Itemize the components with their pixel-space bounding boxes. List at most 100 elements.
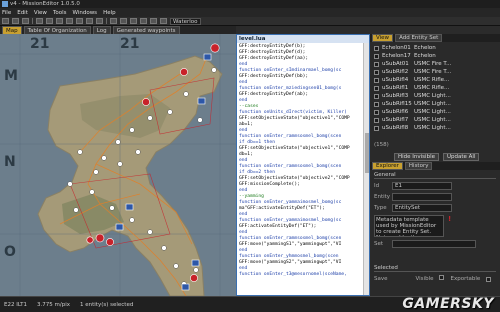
code-line[interactable]: GFF:setObjectiveState("objective1","COMP [239, 116, 361, 122]
entity-panel-tabs: View Add Entity Set [370, 34, 500, 42]
warning-icon: ! [448, 215, 452, 223]
app-icon [2, 1, 8, 7]
zone-tool-icon[interactable] [76, 18, 83, 24]
rotate-tool-icon[interactable] [56, 18, 63, 24]
zoom-out-icon[interactable] [120, 18, 127, 24]
entity-label: Entity [374, 194, 391, 200]
entity-id: uSubRifl4 [382, 77, 409, 83]
menu-help[interactable]: Help [103, 10, 116, 16]
watermark: GAMERSKY [402, 296, 494, 312]
type-label: Type [374, 205, 387, 211]
entity-id: uSubRifl2 [382, 69, 409, 75]
tab-history[interactable]: History [404, 162, 433, 170]
entity-type: Echelon [414, 53, 436, 59]
code-line[interactable]: GFF:setObjectiveState("objective1","COMP [239, 146, 361, 152]
exportable-checkbox[interactable] [486, 276, 492, 282]
waypoint-tool-icon[interactable] [66, 18, 73, 24]
unit-tool-icon[interactable] [96, 18, 103, 24]
entity-row[interactable]: uSubRifl4 USMC Rifle... [370, 76, 500, 84]
tab-add-entity-set[interactable]: Add Entity Set [395, 34, 443, 42]
grid-label-m: M [4, 68, 18, 84]
update-all-button[interactable]: Update All [442, 153, 480, 161]
entity-visible-checkbox[interactable] [374, 45, 379, 51]
visible-checkbox-wrap [439, 275, 445, 283]
tab-map[interactable]: Map [2, 26, 22, 34]
tab-log[interactable]: Log [92, 26, 111, 34]
entity-row[interactable]: uSubRifl7 USMC Light... [370, 116, 500, 124]
entity-visible-checkbox[interactable] [374, 125, 379, 131]
entity-row[interactable]: Echelon01 Echelon [370, 44, 500, 52]
entity-visible-checkbox[interactable] [374, 53, 379, 59]
tab-generated-waypoints[interactable]: Generated waypoints [112, 26, 180, 34]
entity-visible-checkbox[interactable] [374, 109, 379, 115]
entity-id: Echelon17 [382, 53, 411, 59]
select-tool-icon[interactable] [36, 18, 43, 24]
map-view[interactable]: 21 21 M N O [0, 34, 236, 296]
grid-label-top-right: 21 [120, 36, 140, 52]
mode-field[interactable]: Waterloo [170, 17, 201, 25]
properties-panel: Explorer History General Id E1 Entity Ty… [370, 162, 500, 296]
menu-windows[interactable]: Windows [73, 10, 98, 16]
entity-visible-checkbox[interactable] [374, 117, 379, 123]
menu-tools[interactable]: Tools [53, 10, 67, 16]
code-line[interactable]: function onEnter_t3@mesornomel(sceName, [239, 272, 361, 278]
zoom-in-icon[interactable] [110, 18, 117, 24]
toolbar-divider [106, 18, 107, 24]
entity-visible-checkbox[interactable] [374, 101, 379, 107]
script-editor-window[interactable]: level.lua GFF:destroyEntityDef(b); GFF:de… [236, 34, 370, 296]
status-zoom: 3.775 m/pix [37, 301, 70, 308]
script-editor-scrollbar[interactable] [363, 43, 369, 295]
tab-table-of-organization[interactable]: Table Of Organization [23, 26, 91, 34]
scrollbar-thumb[interactable] [365, 133, 369, 173]
entity-row[interactable]: uSubRifl6 USMC Light... [370, 108, 500, 116]
properties-panel-tabs: Explorer History [370, 162, 500, 170]
entity-visible-checkbox[interactable] [374, 69, 379, 75]
entity-type: USMC Fire T... [414, 69, 452, 75]
tab-view[interactable]: View [372, 34, 394, 42]
toolbar-divider [32, 18, 33, 24]
entity-visible-checkbox[interactable] [374, 85, 379, 91]
entity-row[interactable]: uSubRifl8 USMC Light... [370, 124, 500, 132]
script-editor-text[interactable]: GFF:destroyEntityDef(b); GFF:destroyEntit… [237, 43, 363, 295]
run-icon[interactable] [160, 18, 167, 24]
trigger-tool-icon[interactable] [86, 18, 93, 24]
description-field[interactable]: Metadata template used by MissionEditor … [374, 215, 444, 237]
terrain-icon[interactable] [150, 18, 157, 24]
entity-id: uSubRifl3 [382, 93, 409, 99]
entity-id: uSubRifl1 [382, 85, 409, 91]
layer-icon[interactable] [140, 18, 147, 24]
set-label: Set [374, 241, 384, 247]
visible-checkbox[interactable] [439, 275, 445, 280]
save-icon[interactable] [22, 18, 29, 24]
map-canvas[interactable] [0, 34, 236, 296]
entity-type: USMC Light... [414, 101, 451, 107]
tab-explorer[interactable]: Explorer [372, 162, 403, 170]
set-field[interactable] [392, 240, 476, 248]
new-icon[interactable] [2, 18, 9, 24]
grid-toggle-icon[interactable] [130, 18, 137, 24]
entity-visible-checkbox[interactable] [374, 61, 379, 67]
menu-view[interactable]: View [34, 10, 47, 16]
entity-row[interactable]: Echelon17 Echelon [370, 52, 500, 60]
menu-edit[interactable]: Edit [17, 10, 28, 16]
hide-invisible-button[interactable]: Hide Invisible [394, 153, 439, 161]
menu-file[interactable]: File [2, 10, 11, 16]
entity-visible-checkbox[interactable] [374, 93, 379, 99]
entity-type: USMC Rifle... [414, 85, 450, 91]
entity-row[interactable]: uSubRifl3 USMC Light... [370, 92, 500, 100]
entity-count: (158) [374, 142, 389, 148]
entity-id: uSubAt01 [382, 61, 409, 67]
entity-row[interactable]: uSubAt01 USMC Fire T... [370, 60, 500, 68]
entity-row[interactable]: uSubRifl2 USMC Fire T... [370, 68, 500, 76]
visible-label: Visible [415, 276, 434, 282]
entity-visible-checkbox[interactable] [374, 77, 379, 83]
id-field[interactable]: E1 [392, 182, 452, 190]
entity-id: uSubRifl6 [382, 109, 409, 115]
move-tool-icon[interactable] [46, 18, 53, 24]
entity-row[interactable]: uSubRifl15 USMC Light... [370, 100, 500, 108]
type-field[interactable]: EntitySet [392, 204, 452, 212]
entity-field[interactable] [392, 193, 452, 201]
open-icon[interactable] [12, 18, 19, 24]
map-tabs: Map Table Of Organization Log Generated … [0, 26, 236, 34]
entity-row[interactable]: uSubRifl1 USMC Rifle... [370, 84, 500, 92]
